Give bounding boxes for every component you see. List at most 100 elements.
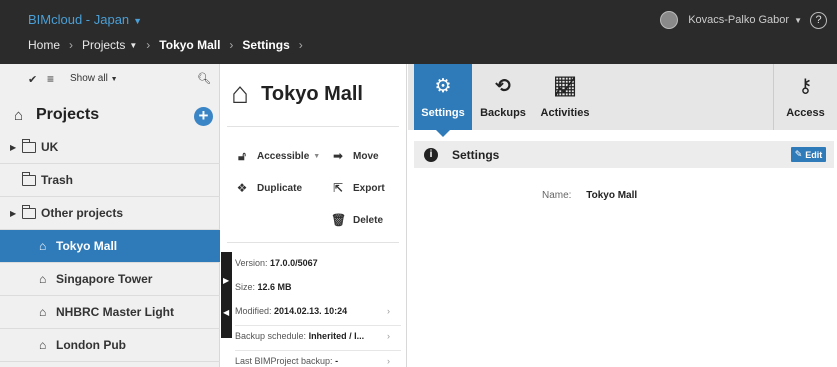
pencil-icon: ✎ (794, 149, 803, 159)
move-button[interactable]: ➡ Move (331, 149, 379, 163)
building-icon: ⌂ (39, 272, 47, 286)
project-tree: ▶ UK Trash ▶ Other projects ⌂ Tokyo Mall… (0, 131, 220, 362)
settings-header: i Settings ✎ Edit (414, 141, 834, 168)
tree-item-singapore-tower[interactable]: ⌂ Singapore Tower (0, 263, 220, 296)
avatar (660, 11, 679, 29)
size-info: Size: 12.6 MB (235, 282, 292, 292)
last-backup-info[interactable]: Last BIMProject backup: - › (235, 356, 390, 366)
tab-label: Backups (480, 107, 526, 119)
show-all-label: Show all (70, 73, 108, 84)
modified-info[interactable]: Modified: 2014.02.13. 10:24 › (235, 306, 401, 326)
duplicate-icon: ❖ (236, 181, 248, 195)
tab-settings[interactable]: ⚙ Settings (414, 64, 472, 137)
projects-title: Projects (36, 106, 100, 123)
tab-label: Access (786, 107, 825, 119)
breadcrumb-projects[interactable]: Projects (82, 38, 125, 52)
settings-title: Settings (452, 147, 500, 162)
tree-item-nhbrc-master-light[interactable]: ⌂ NHBRC Master Light (0, 296, 220, 329)
tree-item-tokyo-mall[interactable]: ⌂ Tokyo Mall (0, 230, 220, 263)
projects-header: ⌂ Projects + (0, 102, 220, 130)
user-menu[interactable]: Kovacs-Palko Gabor ▼ ? (660, 11, 827, 29)
activity-icon: 📈︎ (552, 77, 578, 98)
folder-icon (22, 171, 36, 186)
expand-arrow-icon[interactable]: ▶ (10, 209, 16, 218)
accessible-label: Accessible (257, 151, 310, 162)
backup-schedule-info[interactable]: Backup schedule: Inherited / I... › (235, 331, 401, 351)
arrow-right-icon: ➡ (332, 149, 344, 163)
expand-arrow-icon[interactable]: ▶ (10, 143, 16, 152)
modified-value: 2014.02.13. 10:24 (274, 306, 348, 316)
last-backup-label: Last BIMProject backup: (235, 356, 333, 366)
info-icon: i (424, 147, 438, 162)
chevron-right-icon: › (387, 331, 390, 341)
breadcrumb-settings[interactable]: Settings (242, 38, 289, 52)
breadcrumb-home[interactable]: Home (28, 38, 60, 52)
checkmark-icon[interactable]: ✔ (28, 73, 37, 86)
chevron-down-icon: ▼ (133, 16, 143, 26)
tab-bar: ⚙ Settings ⟲ Backups 📈︎ Activities ⚷ Acc… (408, 64, 837, 137)
name-label: Name: (542, 190, 572, 201)
folder-icon (22, 138, 36, 153)
breadcrumb-project[interactable]: Tokyo Mall (159, 38, 220, 52)
modified-label: Modified: (235, 306, 272, 316)
folder-icon (22, 204, 36, 219)
accessible-toggle[interactable]: 🔓︎ Accessible ▼ (235, 149, 320, 164)
add-project-button[interactable]: + (194, 107, 213, 126)
panel-collapse-toggle[interactable]: ▶ ◀ (221, 252, 232, 338)
tab-label: Settings (421, 107, 465, 119)
export-label: Export (353, 182, 385, 194)
chevron-right-icon: › (146, 38, 151, 52)
brand-label: BIMcloud - Japan (28, 12, 130, 27)
main-content: ⚙ Settings ⟲ Backups 📈︎ Activities ⚷ Acc… (408, 64, 837, 367)
trash-icon: 🗑︎ (331, 213, 347, 227)
tree-item-london-pub[interactable]: ⌂ London Pub (0, 329, 220, 362)
size-value: 12.6 MB (257, 282, 292, 292)
chevron-down-icon: ▼ (794, 15, 802, 25)
tree-item-label: London Pub (56, 338, 126, 352)
name-value: Tokyo Mall (586, 190, 638, 201)
edit-label: Edit (805, 149, 823, 160)
search-icon[interactable]: 🔍︎ (197, 72, 211, 85)
delete-button[interactable]: 🗑︎ Delete (331, 213, 383, 227)
show-all-filter[interactable]: Show all ▼ (70, 73, 118, 84)
tree-item-label: Tokyo Mall (56, 239, 118, 253)
filter-lines-icon[interactable]: ≡ (47, 72, 54, 86)
tree-item-other-projects[interactable]: ▶ Other projects (0, 197, 220, 230)
export-icon: ⇱ (332, 181, 344, 195)
tree-item-trash[interactable]: Trash (0, 164, 220, 197)
version-info: Version: 17.0.0/5067 (235, 258, 318, 268)
gear-icon: ⚙ (434, 76, 452, 97)
duplicate-button[interactable]: ❖ Duplicate (235, 181, 302, 195)
export-button[interactable]: ⇱ Export (331, 181, 385, 195)
brand-menu[interactable]: BIMcloud - Japan ▼ (28, 12, 142, 27)
tree-item-label: Other projects (41, 206, 124, 220)
building-icon: ⌂ (39, 305, 47, 319)
backup-icon: ⟲ (495, 76, 511, 97)
chevron-right-icon: › (387, 306, 390, 316)
tab-activities[interactable]: 📈︎ Activities (534, 64, 596, 130)
help-icon[interactable]: ? (810, 11, 827, 29)
chevron-right-icon: › (298, 38, 303, 52)
project-details-panel: ⌂ Tokyo Mall 🔓︎ Accessible ▼ ➡ Move ❖ Du… (221, 64, 407, 367)
tab-access[interactable]: ⚷ Access (773, 64, 837, 130)
backup-label: Backup schedule: (235, 331, 307, 341)
duplicate-label: Duplicate (257, 182, 303, 194)
unlock-icon: 🔓︎ (238, 149, 246, 163)
delete-label: Delete (353, 214, 384, 226)
tab-label: Activities (540, 107, 590, 119)
move-label: Move (353, 150, 379, 162)
edit-button[interactable]: ✎ Edit (791, 147, 826, 162)
name-field-row: Name: Tokyo Mall (542, 190, 637, 201)
backup-value: Inherited / I... (308, 331, 365, 341)
building-icon: ⌂ (39, 239, 47, 253)
version-value: 17.0.0/5067 (270, 258, 318, 268)
chevron-down-icon[interactable]: ▼ (129, 41, 137, 50)
tab-backups[interactable]: ⟲ Backups (474, 64, 532, 130)
tree-item-uk[interactable]: ▶ UK (0, 131, 220, 164)
breadcrumb: Home › Projects ▼ › Tokyo Mall › Setting… (28, 38, 312, 52)
project-sidebar: ✔ ≡ Show all ▼ 🔍︎ ⌂ Projects + ▶ UK Tras… (0, 64, 220, 367)
arrow-right-icon: ▶ (223, 276, 230, 285)
chevron-right-icon: › (69, 38, 74, 52)
chevron-down-icon: ▼ (110, 76, 118, 83)
tree-item-label: NHBRC Master Light (56, 305, 175, 319)
